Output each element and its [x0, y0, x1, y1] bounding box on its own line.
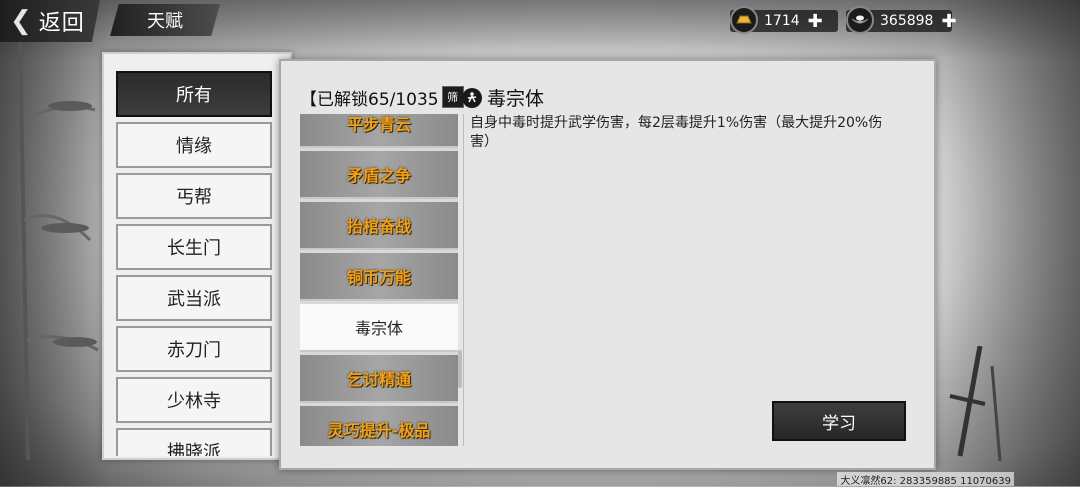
- page-title: 天赋: [110, 4, 220, 36]
- talent-item[interactable]: 平步青云: [300, 114, 458, 148]
- category-fuxiao[interactable]: 拂晓派: [116, 428, 272, 456]
- category-changsheng-gate[interactable]: 长生门: [116, 224, 272, 270]
- add-silver-icon[interactable]: ✚: [941, 11, 956, 32]
- martial-figure-icon: [462, 87, 482, 108]
- category-romance[interactable]: 情缘: [116, 122, 272, 168]
- gold-currency: 1714 ✚: [730, 6, 838, 34]
- chevron-left-icon: ❮: [10, 6, 33, 36]
- category-list: 所有 情缘 丐帮 长生门 武当派 赤刀门 少林寺 拂晓派: [116, 71, 274, 456]
- talent-list-scrollbar[interactable]: [458, 350, 462, 388]
- silver-currency: 365898 ✚: [846, 6, 957, 34]
- gold-ingot-icon: [730, 6, 758, 34]
- talent-item[interactable]: 铜币万能: [300, 253, 458, 301]
- talent-item[interactable]: 灵巧提升-极品: [300, 406, 458, 446]
- unlock-status: 【已解锁65/1035: [300, 89, 439, 110]
- category-all[interactable]: 所有: [116, 71, 272, 117]
- talent-item[interactable]: 乞讨精通: [300, 355, 458, 403]
- back-label: 返回: [38, 11, 85, 36]
- talent-detail-header: 毒宗体: [462, 84, 544, 111]
- silver-ingot-icon: [846, 6, 874, 34]
- unlock-header: 【已解锁65/1035 筛: [300, 84, 464, 110]
- talent-item-selected[interactable]: 毒宗体: [300, 304, 458, 352]
- add-gold-icon[interactable]: ✚: [808, 11, 823, 32]
- talent-item[interactable]: 抬棺奋战: [300, 202, 458, 250]
- bamboo-decoration-icon: [18, 40, 99, 460]
- sword-decoration-icon: [949, 346, 1002, 462]
- category-red-blade-gate[interactable]: 赤刀门: [116, 326, 272, 372]
- gold-amount: 1714: [764, 13, 800, 29]
- category-shaolin[interactable]: 少林寺: [116, 377, 272, 423]
- talent-list[interactable]: 平步青云 矛盾之争 抬棺奋战 铜币万能 毒宗体 乞讨精通 灵巧提升-极品: [300, 114, 458, 446]
- talent-item[interactable]: 矛盾之争: [300, 151, 458, 199]
- divider: [463, 114, 464, 446]
- category-wudang[interactable]: 武当派: [116, 275, 272, 321]
- footer-info: 大义凛然62: 283359885 11070639: [837, 472, 1014, 487]
- category-beggar-sect[interactable]: 丐帮: [116, 173, 272, 219]
- filter-button[interactable]: 筛: [441, 86, 464, 108]
- talent-description: 自身中毒时提升武学伤害，每2层毒提升1%伤害（最大提升20%伤害）: [470, 115, 883, 150]
- talent-detail-name: 毒宗体: [487, 88, 545, 110]
- learn-button[interactable]: 学习: [772, 401, 906, 441]
- back-button[interactable]: ❮ 返回: [0, 0, 100, 42]
- silver-amount: 365898: [880, 13, 934, 29]
